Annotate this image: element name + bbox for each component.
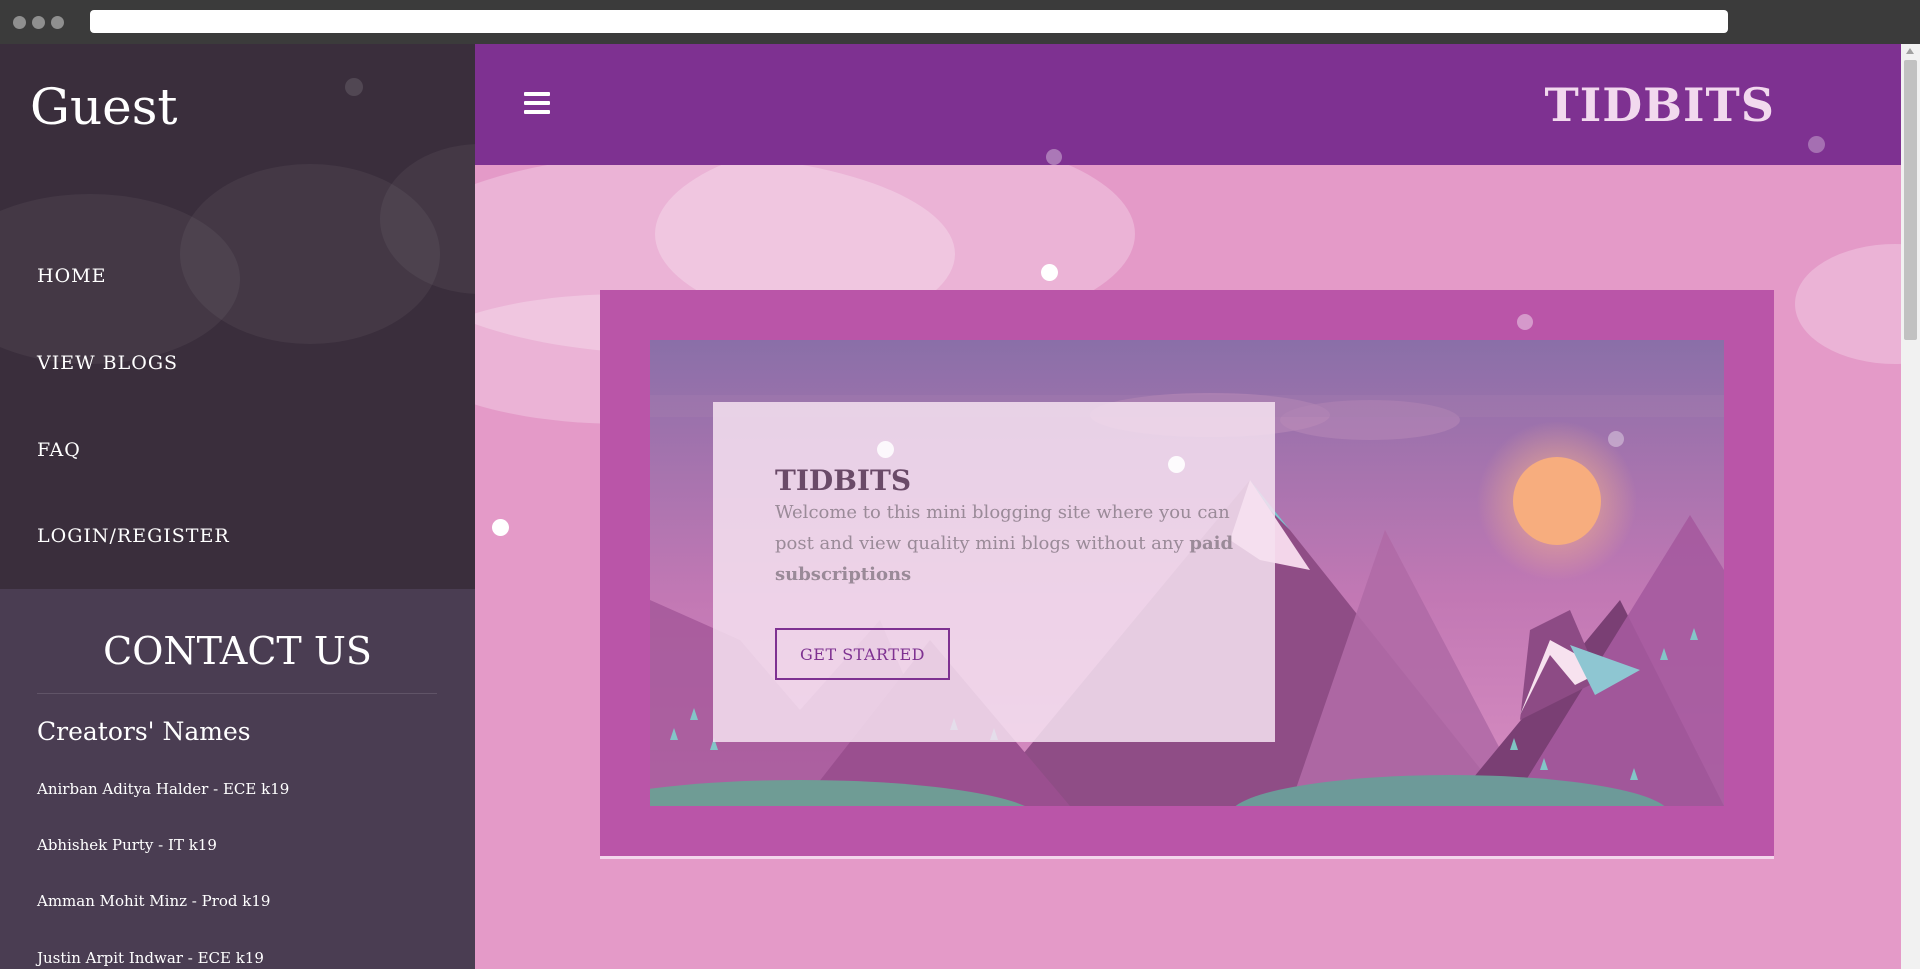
main-content: TIDBITS TIDBITS Welcome to this mini blo… — [475, 44, 1901, 969]
nav-item-login-register[interactable]: LOGIN/REGISTER — [37, 525, 230, 547]
snowflake-icon — [877, 441, 894, 458]
window-dot-icon — [32, 16, 45, 29]
creator-name: Amman Mohit Minz - Prod k19 — [37, 892, 271, 910]
snowflake-icon — [1168, 456, 1185, 473]
nav-item-home[interactable]: HOME — [37, 265, 106, 287]
top-bar: TIDBITS — [475, 44, 1901, 165]
divider — [37, 693, 437, 694]
window-dot-icon — [13, 16, 26, 29]
scrollbar-thumb[interactable] — [1904, 60, 1917, 340]
get-started-button[interactable]: GET STARTED — [775, 628, 950, 680]
sidebar: Guest HOME VIEW BLOGS FAQ LOGIN/REGISTER… — [0, 44, 475, 969]
cloud-decoration — [1795, 244, 1901, 364]
hero-illustration: TIDBITS Welcome to this mini blogging si… — [650, 340, 1724, 806]
creator-name: Abhishek Purty - IT k19 — [37, 836, 217, 854]
contact-title: CONTACT US — [103, 629, 372, 673]
creator-name: Anirban Aditya Halder - ECE k19 — [37, 780, 290, 798]
snowflake-icon — [1041, 264, 1058, 281]
hero-divider — [600, 856, 1774, 859]
creator-name: Justin Arpit Indwar - ECE k19 — [37, 949, 264, 967]
snowflake-icon — [1046, 149, 1062, 165]
contact-panel: CONTACT US Creators' Names Anirban Adity… — [0, 589, 475, 969]
creators-heading: Creators' Names — [37, 717, 251, 746]
hero-card: TIDBITS Welcome to this mini blogging si… — [713, 402, 1275, 742]
window-dot-icon — [51, 16, 64, 29]
browser-chrome — [0, 0, 1920, 44]
nav-item-view-blogs[interactable]: VIEW BLOGS — [37, 352, 178, 374]
hero-title: TIDBITS — [775, 464, 912, 497]
snowflake-icon — [1517, 314, 1533, 330]
hero-description: Welcome to this mini blogging site where… — [775, 497, 1235, 590]
scroll-up-icon[interactable] — [1906, 48, 1914, 54]
nav-item-faq[interactable]: FAQ — [37, 439, 81, 461]
user-name: Guest — [30, 78, 178, 136]
snowflake-icon — [345, 78, 363, 96]
hero-description-text: Welcome to this mini blogging site where… — [775, 502, 1230, 554]
hero-frame: TIDBITS Welcome to this mini blogging si… — [600, 290, 1774, 856]
snowflake-icon — [1608, 431, 1624, 447]
page-scrollbar[interactable] — [1901, 44, 1920, 969]
hamburger-icon[interactable] — [524, 92, 550, 114]
brand-title: TIDBITS — [1544, 78, 1775, 132]
snowflake-icon — [492, 519, 509, 536]
snowflake-icon — [1808, 136, 1825, 153]
address-bar[interactable] — [90, 10, 1728, 33]
